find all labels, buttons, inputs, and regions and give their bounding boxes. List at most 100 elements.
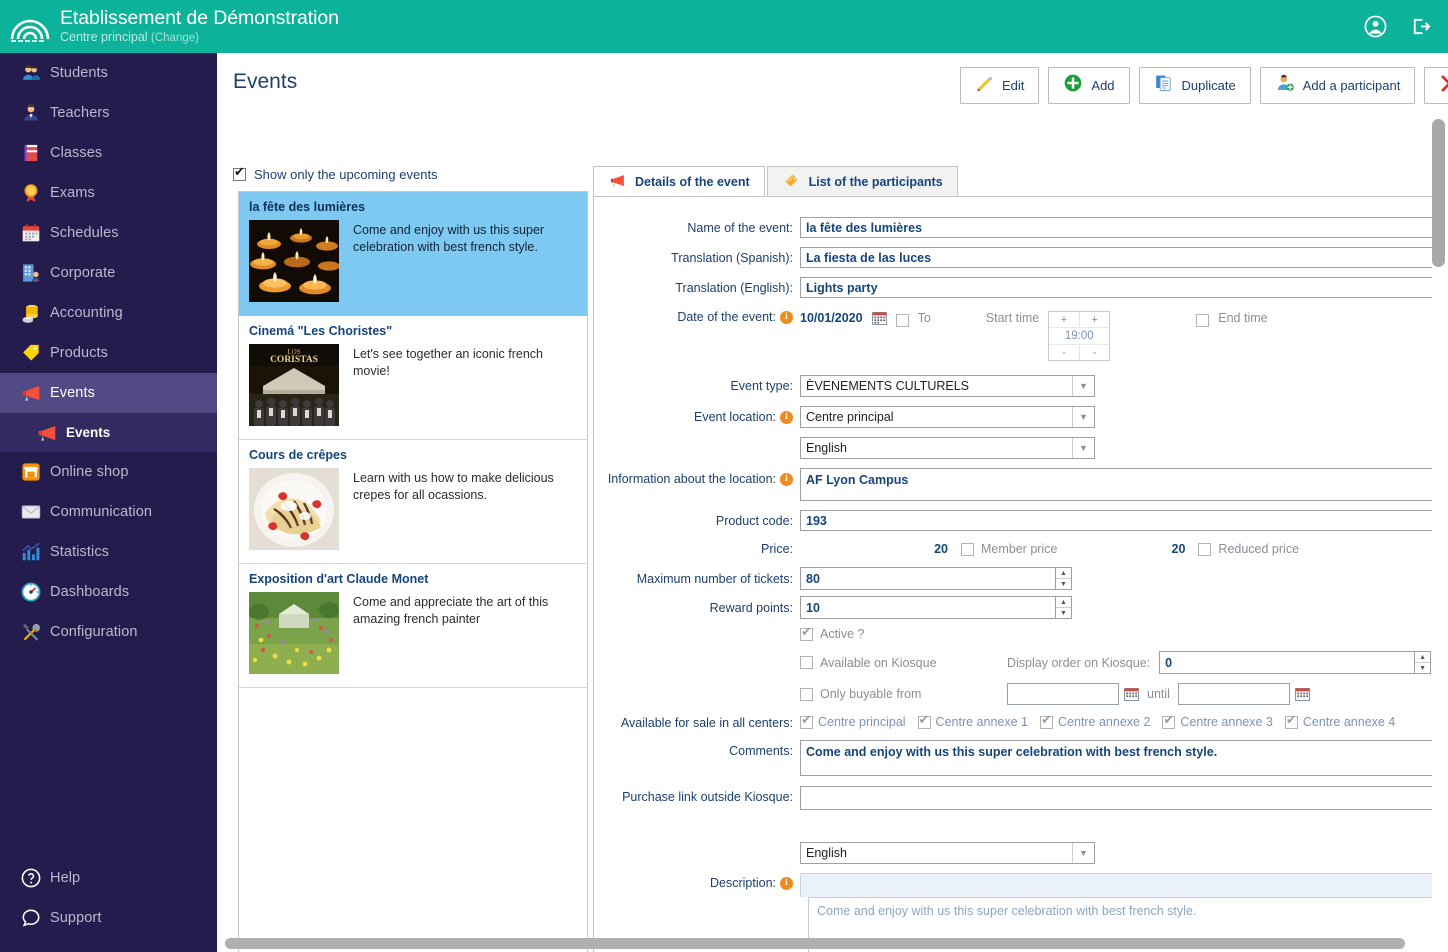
info-icon[interactable]: i	[780, 310, 793, 324]
sidebar-item-exams[interactable]: Exams	[0, 173, 217, 213]
location-info-textarea[interactable]: AF Lyon Campus	[800, 468, 1438, 501]
stepper-up-icon[interactable]: ▲	[1056, 568, 1071, 579]
location-info-label: Information about the location:	[607, 472, 776, 486]
list-item[interactable]: la fête des lumières Come and enjoy with…	[239, 192, 587, 316]
list-item[interactable]: Exposition d'art Claude Monet Come and a…	[239, 564, 587, 688]
date-value[interactable]: 10/01/2020	[800, 311, 863, 325]
sidebar-item-corporate[interactable]: Corporate	[0, 253, 217, 293]
display-order-input[interactable]: 0 ▲ ▼	[1159, 651, 1432, 674]
event-location-select[interactable]: Centre principal ▼	[800, 406, 1095, 428]
sidebar-item-students[interactable]: Students	[0, 53, 217, 93]
change-center-link[interactable]: (Change)	[151, 32, 199, 44]
scrollbar-thumb[interactable]	[1432, 119, 1445, 267]
end-time-checkbox[interactable]	[1196, 314, 1210, 327]
main-vertical-scrollbar[interactable]	[1432, 119, 1445, 952]
sidebar-item-accounting[interactable]: Accounting	[0, 293, 217, 333]
delete-button[interactable]: D	[1424, 67, 1448, 104]
calendar-picker-icon[interactable]	[871, 311, 887, 325]
sidebar-item-online-shop[interactable]: Online shop	[0, 452, 217, 492]
start-time-stepper[interactable]: + + 19:00 - -	[1048, 311, 1111, 361]
add-button[interactable]: Add	[1048, 67, 1130, 104]
sidebar-item-events[interactable]: Events	[0, 373, 217, 413]
stepper-down-icon[interactable]: ▼	[1056, 579, 1071, 589]
logout-icon[interactable]	[1409, 15, 1432, 38]
kiosque-available-checkbox-group[interactable]: Available on Kiosque	[800, 656, 1007, 670]
center-label: Centre annexe 3	[1180, 715, 1273, 729]
member-price-checkbox-group[interactable]: Member price	[961, 542, 1057, 556]
price-value[interactable]: 20	[800, 542, 948, 556]
edit-button[interactable]: Edit	[960, 67, 1040, 104]
tab-details-of-the-event[interactable]: Details of the event	[593, 166, 765, 197]
sidebar-item-schedules[interactable]: Schedules	[0, 213, 217, 253]
to-checkbox[interactable]	[895, 314, 909, 327]
start-minute-decrement[interactable]: -	[1080, 345, 1110, 360]
sidebar-item-support[interactable]: Support	[0, 898, 217, 938]
events-list-panel[interactable]: la fête des lumières Come and enjoy with…	[238, 191, 588, 952]
stepper-down-icon[interactable]: ▼	[1056, 608, 1071, 618]
translation-spanish-input[interactable]: La fiesta de las luces	[800, 247, 1438, 268]
list-item[interactable]: Cinemá "Les Choristes" LOS CORISTAS Let'…	[239, 316, 587, 440]
reward-points-stepper[interactable]: ▲ ▼	[1055, 596, 1072, 619]
user-account-icon[interactable]	[1364, 15, 1387, 38]
purchase-link-input[interactable]	[800, 786, 1438, 810]
scrollbar-thumb[interactable]	[225, 938, 1405, 949]
event-type-select[interactable]: ÈVENEMENTS CULTURELS ▼	[800, 375, 1095, 397]
member-price-checkbox[interactable]	[961, 542, 974, 556]
reduced-price-checkbox[interactable]	[1198, 542, 1212, 556]
reduced-price-value[interactable]: 20	[1057, 542, 1186, 556]
main-horizontal-scrollbar[interactable]	[225, 938, 1430, 949]
display-order-stepper[interactable]: ▲ ▼	[1414, 651, 1432, 674]
stepper-down-icon[interactable]: ▼	[1415, 663, 1430, 673]
until-label: until	[1147, 687, 1170, 701]
tab-list-of-the-participants[interactable]: List of the participants	[766, 166, 958, 197]
active-checkbox-group[interactable]: Active ?	[800, 625, 864, 641]
stepper-up-icon[interactable]: ▲	[1056, 597, 1071, 608]
calendar-picker-icon[interactable]	[1295, 687, 1310, 701]
sidebar-item-label: Support	[50, 910, 102, 926]
show-upcoming-events-checkbox[interactable]: Show only the upcoming events	[233, 165, 438, 182]
sidebar-subitem-events[interactable]: Events	[0, 413, 217, 452]
reduced-price-checkbox-group[interactable]: Reduced price	[1198, 542, 1299, 556]
start-hour-increment[interactable]: +	[1049, 312, 1080, 327]
center-checkbox-centre-annexe-1[interactable]: Centre annexe 1	[917, 713, 1028, 729]
sidebar-item-statistics[interactable]: Statistics	[0, 532, 217, 572]
sidebar-item-teachers[interactable]: Teachers	[0, 93, 217, 133]
only-buyable-checkbox[interactable]	[800, 687, 813, 701]
award-icon	[12, 182, 50, 204]
translation-english-input[interactable]: Lights party	[800, 277, 1438, 298]
description-editor-toolbar[interactable]	[800, 873, 1438, 897]
sidebar-item-products[interactable]: Products	[0, 333, 217, 373]
reward-points-input[interactable]: 10 ▲ ▼	[800, 596, 1072, 619]
location-language-select[interactable]: English ▼	[800, 437, 1095, 459]
sidebar-item-communication[interactable]: Communication	[0, 492, 217, 532]
description-language-select[interactable]: English ▼	[800, 842, 1095, 864]
sidebar-item-help[interactable]: Help	[0, 858, 217, 898]
sidebar-item-dashboards[interactable]: Dashboards	[0, 572, 217, 612]
buyable-until-input[interactable]	[1177, 683, 1290, 705]
add-participant-button[interactable]: Add a participant	[1259, 67, 1416, 104]
max-tickets-stepper[interactable]: ▲ ▼	[1055, 567, 1072, 590]
stepper-up-icon[interactable]: ▲	[1415, 652, 1431, 663]
comments-textarea[interactable]: Come and enjoy with us this super celebr…	[800, 740, 1438, 776]
center-checkbox-centre-annexe-2[interactable]: Centre annexe 2	[1039, 713, 1150, 729]
duplicate-button[interactable]: Duplicate	[1138, 67, 1251, 104]
info-icon[interactable]: i	[780, 472, 793, 486]
buyable-from-input[interactable]	[1007, 683, 1119, 705]
kiosque-available-checkbox[interactable]	[800, 656, 813, 669]
sidebar-item-classes[interactable]: Classes	[0, 133, 217, 173]
list-item[interactable]: Cours de crêpes Learn with us how to mak…	[239, 440, 587, 564]
center-checkbox-centre-principal[interactable]: Centre principal	[800, 713, 906, 729]
sidebar-item-configuration[interactable]: Configuration	[0, 612, 217, 652]
start-minute-increment[interactable]: +	[1080, 312, 1110, 327]
product-code-input[interactable]: 193	[800, 510, 1438, 531]
info-icon[interactable]: i	[780, 876, 793, 890]
name-input[interactable]: la fête des lumières	[800, 217, 1438, 238]
center-checkbox-centre-annexe-3[interactable]: Centre annexe 3	[1162, 713, 1273, 729]
only-buyable-checkbox-group[interactable]: Only buyable from	[800, 687, 1007, 701]
active-checkbox[interactable]	[800, 625, 813, 641]
center-checkbox-centre-annexe-4[interactable]: Centre annexe 4	[1284, 713, 1395, 729]
start-hour-decrement[interactable]: -	[1049, 345, 1080, 360]
info-icon[interactable]: i	[780, 410, 793, 424]
calendar-picker-icon[interactable]	[1124, 687, 1139, 701]
max-tickets-input[interactable]: 80 ▲ ▼	[800, 567, 1072, 590]
